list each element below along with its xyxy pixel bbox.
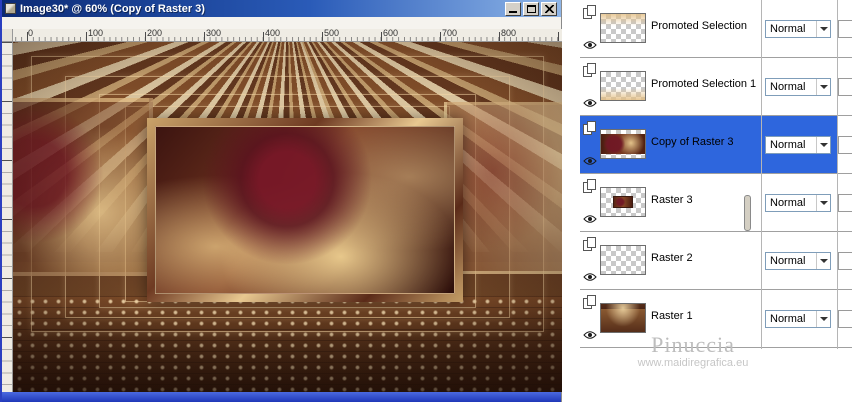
layer-name: Promoted Selection [651, 20, 747, 32]
canvas[interactable] [13, 42, 562, 392]
opacity-field-partial[interactable] [838, 194, 852, 212]
minimize-icon [509, 11, 517, 13]
layer-type-icon [583, 295, 598, 310]
opacity-field-partial[interactable] [838, 78, 852, 96]
ruler-label: 200 [147, 28, 163, 38]
app-workspace: Image30* @ 60% (Copy of Raster 3) 0 100 … [0, 0, 852, 402]
ruler-label: 600 [383, 28, 399, 38]
blend-mode-select[interactable]: Normal [765, 136, 831, 154]
ruler-label: 400 [265, 28, 281, 38]
ruler-label: 500 [324, 28, 340, 38]
blend-mode-select[interactable]: Normal [765, 78, 831, 96]
layer-type-icon [583, 179, 598, 194]
layer-thumbnail[interactable] [600, 129, 646, 159]
layer-name: Promoted Selection 1 [651, 78, 757, 90]
maximize-icon [526, 4, 536, 13]
close-icon [544, 4, 554, 13]
horizontal-ruler[interactable]: 0 100 200 300 400 500 600 700 800 [13, 29, 562, 42]
layer-row[interactable]: Promoted Selection Normal [580, 0, 852, 58]
blend-mode-select[interactable]: Normal [765, 252, 831, 270]
window-controls [505, 1, 558, 16]
watermark-url: www.maidiregrafica.eu [637, 357, 749, 369]
visibility-eye-icon[interactable] [583, 269, 598, 281]
layer-thumbnail[interactable] [600, 71, 646, 101]
image-window: Image30* @ 60% (Copy of Raster 3) 0 100 … [0, 0, 562, 402]
chevron-down-icon[interactable] [816, 79, 830, 95]
panel-splitter-handle[interactable] [744, 195, 751, 231]
visibility-eye-icon[interactable] [583, 211, 598, 223]
layer-name: Copy of Raster 3 [651, 136, 734, 148]
layer-type-icon [583, 5, 598, 20]
layer-row[interactable]: Raster 2 Normal [580, 232, 852, 290]
ruler-label: 100 [88, 28, 104, 38]
visibility-eye-icon[interactable] [583, 327, 598, 339]
titlebar[interactable]: Image30* @ 60% (Copy of Raster 3) [2, 0, 561, 17]
ruler-label: 0 [28, 28, 34, 38]
window-bottom-edge [2, 392, 561, 402]
layer-row-selected[interactable]: Copy of Raster 3 Normal [580, 116, 852, 174]
chevron-down-icon[interactable] [816, 137, 830, 153]
visibility-eye-icon[interactable] [583, 153, 598, 165]
layer-name: Raster 3 [651, 194, 693, 206]
layer-row[interactable]: Promoted Selection 1 Normal [580, 58, 852, 116]
ruler-label: 700 [442, 28, 458, 38]
layer-type-icon [583, 121, 598, 136]
chevron-down-icon[interactable] [816, 311, 830, 327]
opacity-field-partial[interactable] [838, 252, 852, 270]
layer-row[interactable]: Raster 3 Normal [580, 174, 852, 232]
ruler-label: 800 [501, 28, 517, 38]
ruler-label: 300 [206, 28, 222, 38]
chevron-down-icon[interactable] [816, 195, 830, 211]
layer-type-icon [583, 237, 598, 252]
window-icon [5, 3, 16, 14]
layer-thumbnail[interactable] [600, 245, 646, 275]
blend-mode-select[interactable]: Normal [765, 20, 831, 38]
opacity-field-partial[interactable] [838, 310, 852, 328]
artwork-vignette [13, 42, 562, 392]
opacity-field-partial[interactable] [838, 20, 852, 38]
chevron-down-icon[interactable] [816, 21, 830, 37]
close-button[interactable] [541, 1, 557, 16]
layers-panel: Promoted Selection Normal Promoted Selec… [580, 0, 852, 402]
minimize-button[interactable] [505, 1, 521, 16]
blend-mode-select[interactable]: Normal [765, 310, 831, 328]
layer-name: Raster 2 [651, 252, 693, 264]
layer-thumbnail[interactable] [600, 303, 646, 333]
panel-column-divider [837, 0, 838, 349]
opacity-field-partial[interactable] [838, 136, 852, 154]
chevron-down-icon[interactable] [816, 253, 830, 269]
blend-mode-select[interactable]: Normal [765, 194, 831, 212]
layer-thumbnail[interactable] [600, 13, 646, 43]
visibility-eye-icon[interactable] [583, 37, 598, 49]
ruler-corner [2, 29, 13, 42]
watermark: Pinuccia www.maidiregrafica.eu [618, 332, 768, 369]
watermark-name: Pinuccia [651, 332, 735, 357]
maximize-button[interactable] [523, 1, 539, 16]
layer-thumbnail[interactable] [600, 187, 646, 217]
panel-column-divider [761, 0, 762, 349]
layer-type-icon [583, 63, 598, 78]
vertical-ruler[interactable] [2, 42, 13, 392]
window-title: Image30* @ 60% (Copy of Raster 3) [20, 2, 205, 15]
visibility-eye-icon[interactable] [583, 95, 598, 107]
